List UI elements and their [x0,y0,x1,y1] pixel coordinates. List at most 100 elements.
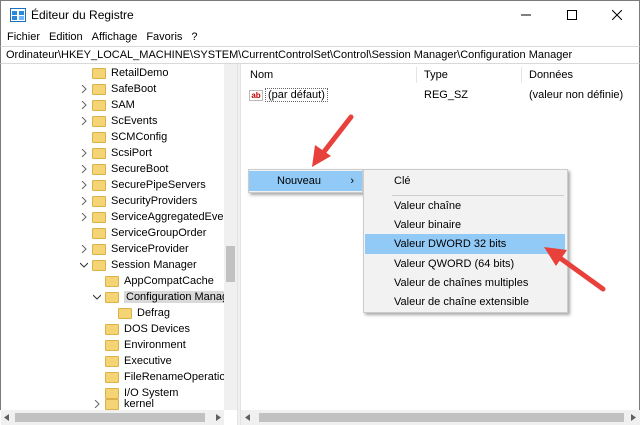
scroll-left-icon[interactable] [4,414,9,421]
menu-help[interactable]: ? [191,31,197,43]
value-row-default[interactable]: ab (par défaut) [249,88,328,102]
folder-icon [92,147,106,159]
value-data: (valeur non définie) [529,89,624,101]
folder-icon [105,371,119,383]
scroll-right-icon[interactable] [216,414,221,421]
tree-scroll-thumb[interactable] [226,246,235,282]
expand-chevron-icon[interactable] [79,193,88,209]
expand-chevron-icon[interactable] [79,209,88,225]
tree-item-kernel[interactable]: kernel [92,396,154,410]
submenu-item-valeur-chaine[interactable]: Valeur chaîne [364,196,567,216]
tree-item-serviceaggregatedevents[interactable]: ServiceAggregatedEvents [79,209,237,225]
tree-item-configuration-manager[interactable]: Configuration Manage [92,289,237,305]
folder-icon [105,398,119,410]
tree-item-environment[interactable]: Environment [92,337,186,353]
folder-icon [92,115,106,127]
expand-chevron-icon[interactable] [79,177,88,193]
folder-icon [92,243,106,255]
menu-bar: Fichier Edition Affichage Favoris ? [0,28,640,46]
column-header-type[interactable]: Type [424,69,448,81]
folder-icon [105,339,119,351]
collapse-chevron-icon[interactable] [92,289,101,305]
value-type: REG_SZ [424,89,469,101]
close-icon [612,10,622,20]
list-horizontal-scrollbar[interactable] [241,410,640,425]
column-header-data[interactable]: Données [529,69,573,81]
menu-affichage[interactable]: Affichage [92,31,138,43]
folder-icon [105,323,119,335]
folder-icon [92,67,106,79]
expand-chevron-icon[interactable] [92,396,101,410]
tree-item-securepipeservers[interactable]: SecurePipeServers [79,177,206,193]
expand-chevron-icon[interactable] [79,161,88,177]
column-header-name[interactable]: Nom [250,69,273,81]
maximize-button[interactable] [549,1,595,29]
folder-icon [92,99,106,111]
expand-chevron-icon[interactable] [79,97,88,113]
folder-icon [105,355,119,367]
folder-icon [118,307,132,319]
tree-item-scevents[interactable]: ScEvents [79,113,157,129]
folder-icon [92,211,106,223]
tree-vertical-scrollbar[interactable] [224,64,237,410]
tree-item-sam[interactable]: SAM [79,97,135,113]
folder-open-icon [105,291,119,303]
folder-icon [92,195,106,207]
tree-horizontal-scrollbar[interactable] [1,410,224,425]
tree-item-securityproviders[interactable]: SecurityProviders [79,193,197,209]
submenu-item-chaines-multiples[interactable]: Valeur de chaînes multiples [364,273,567,293]
title-bar: Éditeur du Registre [0,0,640,28]
regedit-app-icon [10,8,26,22]
folder-icon [92,131,106,143]
tree-item-executive[interactable]: Executive [92,353,172,369]
maximize-icon [567,10,577,20]
tree-item-scsiport[interactable]: ScsiPort [79,145,152,161]
collapse-chevron-icon[interactable] [79,257,88,273]
close-button[interactable] [594,1,640,29]
folder-icon [105,275,119,287]
context-menu: Nouveau › [248,169,363,193]
submenu-item-valeur-dword[interactable]: Valeur DWORD 32 bits [365,234,565,254]
minimize-icon [521,14,531,16]
tree-item-filerenameoperations[interactable]: FileRenameOperations [92,369,237,385]
expand-chevron-icon[interactable] [79,241,88,257]
string-value-icon: ab [249,89,263,101]
expand-chevron-icon[interactable] [79,81,88,97]
menu-fichier[interactable]: Fichier [7,31,40,43]
tree-item-session-manager[interactable]: Session Manager [79,257,197,273]
tree-item-dos-devices[interactable]: DOS Devices [92,321,190,337]
submenu-item-valeur-binaire[interactable]: Valeur binaire [364,215,567,235]
tree-item-secureboot[interactable]: SecureBoot [79,161,168,177]
tree-item-serviceprovider[interactable]: ServiceProvider [79,241,189,257]
submenu-item-valeur-qword[interactable]: Valeur QWORD (64 bits) [364,254,567,274]
list-hscroll-thumb[interactable] [259,413,624,422]
address-bar[interactable]: Ordinateur\HKEY_LOCAL_MACHINE\SYSTEM\Cur… [0,46,640,64]
expand-chevron-icon[interactable] [79,145,88,161]
folder-icon [92,179,106,191]
tree-item-retaildemo[interactable]: RetailDemo [79,65,168,81]
submenu-item-cle[interactable]: Clé [364,171,567,191]
folder-icon [92,227,106,239]
tree-hscroll-thumb[interactable] [15,413,205,422]
minimize-button[interactable] [503,1,549,29]
submenu-item-chaine-extensible[interactable]: Valeur de chaîne extensible [364,292,567,312]
folder-icon [92,163,106,175]
menu-edition[interactable]: Edition [49,31,83,43]
tree-item-scmconfig[interactable]: SCMConfig [79,129,167,145]
nouveau-submenu: Clé Valeur chaîne Valeur binaire Valeur … [363,169,568,313]
submenu-arrow-icon: › [350,175,354,187]
tree-item-safeboot[interactable]: SafeBoot [79,81,156,97]
scroll-right-icon[interactable] [631,414,636,421]
menu-favoris[interactable]: Favoris [146,31,182,43]
folder-open-icon [92,259,106,271]
value-name: (par défaut) [265,88,328,102]
tree-item-servicegrouporder[interactable]: ServiceGroupOrder [79,225,206,241]
menu-item-nouveau[interactable]: Nouveau › [249,171,362,191]
expand-chevron-icon[interactable] [79,113,88,129]
tree-item-appcompatcache[interactable]: AppCompatCache [92,273,214,289]
window-title: Éditeur du Registre [31,8,134,22]
folder-icon [92,83,106,95]
registry-tree: RetailDemo SafeBoot SAM ScEvents SCMConf… [0,64,237,410]
tree-item-defrag[interactable]: Defrag [105,305,170,321]
scroll-left-icon[interactable] [245,414,250,421]
